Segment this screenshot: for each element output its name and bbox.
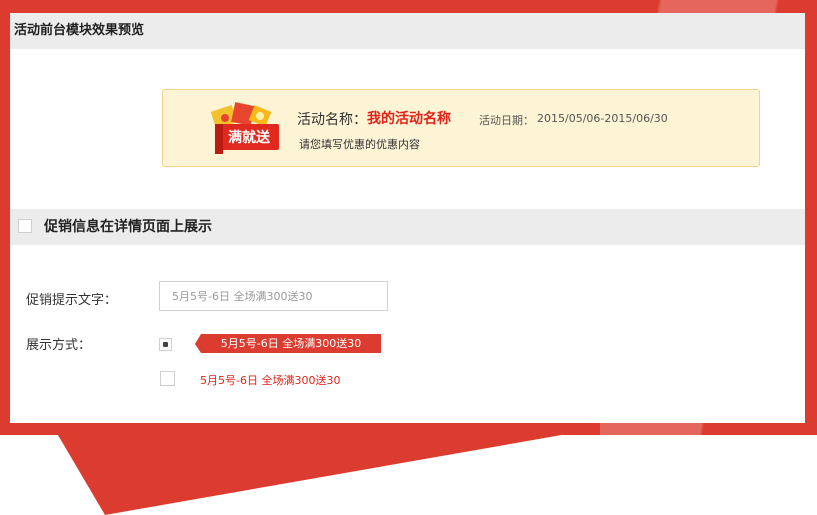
activity-preview-card: 满就送 活动名称： 我的活动名称 活动日期： 2015/05/06-2015/0…	[162, 89, 760, 167]
display-mode-tag-radio[interactable]	[159, 338, 172, 351]
display-mode-text-preview: 5月5号-6日 全场满300送30	[200, 374, 341, 387]
promo-display-bar: 促销信息在详情页面上展示	[10, 209, 805, 245]
header-bar: 活动前台模块效果预览	[10, 13, 805, 49]
activity-name-value: 我的活动名称	[367, 111, 451, 127]
tip-text-input[interactable]	[159, 281, 388, 311]
radio-selected-dot	[163, 342, 168, 347]
tip-text-label: 促销提示文字：	[26, 293, 118, 308]
promo-display-checkbox[interactable]	[18, 219, 32, 233]
gift-badge-icon: 满就送	[210, 102, 279, 154]
background-wedge	[55, 430, 590, 515]
preview-panel: 活动前台模块效果预览 满就送 活动名称： 我的活动名称 活动日期： 2015/0…	[10, 13, 805, 423]
activity-date-label: 活动日期：	[479, 114, 534, 127]
display-mode-tag-preview: 5月5号-6日 全场满300送30	[195, 334, 381, 353]
activity-name-label: 活动名称：	[297, 112, 367, 128]
display-mode-text-radio[interactable]	[160, 371, 175, 386]
badge-text: 满就送	[228, 129, 271, 146]
page-title: 活动前台模块效果预览	[14, 23, 145, 38]
display-mode-label: 展示方式：	[26, 338, 92, 353]
promo-display-title: 促销信息在详情页面上展示	[44, 219, 212, 235]
activity-date-value: 2015/05/06-2015/06/30	[537, 112, 668, 125]
activity-description: 请您填写优惠的优惠内容	[299, 138, 420, 151]
